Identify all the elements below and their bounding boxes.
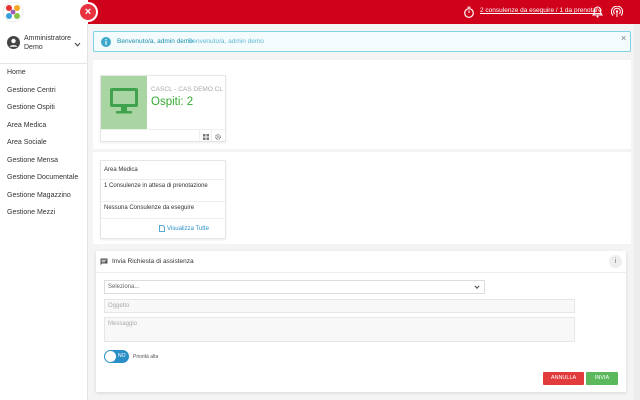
sidebar-close-button[interactable]: × [80, 4, 96, 20]
toggle-state-label: NO [118, 353, 126, 359]
message-textarea[interactable]: Messaggio [104, 317, 575, 342]
center-card[interactable]: CASCL - CAS DEMO CL Ospiti: 2 [100, 75, 226, 143]
request-type-select[interactable]: Seleziona... [104, 280, 485, 294]
page-scrollbar[interactable] [634, 24, 640, 400]
sidebar-item-gestione-documentale[interactable]: Gestione Documentale [0, 169, 88, 187]
select-value: Seleziona... [108, 284, 140, 290]
sidebar: Amministratore Demo Home Gestione Centri… [0, 24, 88, 400]
monitor-icon [110, 88, 138, 114]
user-menu[interactable]: Amministratore Demo [0, 28, 88, 64]
grid-button[interactable] [199, 130, 211, 143]
request-title: Invia Richiesta di assistenza [112, 258, 194, 265]
sidebar-item-gestione-mezzi[interactable]: Gestione Mezzi [0, 204, 88, 222]
gear-icon [214, 133, 221, 140]
user-avatar-icon [7, 36, 20, 49]
bell-icon[interactable] [592, 6, 603, 18]
alert-message: Benvenuto/a, admin demo [188, 38, 264, 45]
center-name: CASCL - CAS DEMO CL [151, 86, 223, 93]
consultations-to-execute: Nessuna Consulenze da eseguire [101, 201, 225, 217]
alert-title: Benvenuto/a, admin demo [117, 38, 193, 45]
request-header: Invia Richiesta di assistenza i [96, 251, 626, 273]
settings-button[interactable] [211, 130, 223, 143]
request-info-button[interactable]: i [609, 255, 622, 268]
priority-toggle[interactable]: NO [104, 350, 129, 363]
stopwatch-icon[interactable] [463, 6, 475, 18]
pending-consultations: 1 Consulenze in attesa di prenotazione [101, 179, 225, 197]
medical-card-title: Area Medica [104, 167, 138, 173]
broadcast-icon[interactable] [611, 6, 623, 18]
priority-label: Priorità alta [133, 354, 159, 360]
sidebar-item-gestione-ospiti[interactable]: Gestione Ospiti [0, 99, 88, 117]
sidebar-item-area-sociale[interactable]: Area Sociale [0, 134, 88, 152]
logo-area [0, 0, 88, 24]
user-name: Amministratore Demo [24, 35, 72, 51]
medical-area-card: Area Medica 1 Consulenze in attesa di pr… [100, 160, 226, 239]
welcome-alert: Benvenuto/a, admin demo Benvenuto/a, adm… [93, 31, 631, 52]
medical-card-footer: Visualizza Tutte [101, 218, 225, 239]
grid-icon [202, 133, 209, 140]
chevron-down-icon[interactable] [74, 41, 81, 48]
chevron-down-icon [474, 285, 480, 289]
chat-icon [100, 258, 108, 266]
document-icon [159, 225, 165, 232]
center-thumbnail [101, 76, 147, 129]
consultations-link[interactable]: 2 consulenze da eseguire / 1 da prenotar… [480, 7, 602, 14]
sidebar-nav: Home Gestione Centri Gestione Ospiti Are… [0, 64, 88, 222]
sidebar-item-gestione-centri[interactable]: Gestione Centri [0, 82, 88, 100]
cancel-button[interactable]: ANNULLA [543, 372, 584, 385]
sidebar-item-home[interactable]: Home [0, 64, 88, 82]
sidebar-item-gestione-mensa[interactable]: Gestione Mensa [0, 152, 88, 170]
subject-input[interactable]: Oggetto [104, 299, 575, 313]
send-button[interactable]: INVIA [586, 372, 618, 385]
alert-close-button[interactable]: × [621, 33, 626, 43]
view-all-link[interactable]: Visualizza Tutte [167, 226, 209, 232]
toggle-knob [105, 351, 116, 362]
app-logo-icon[interactable] [2, 1, 24, 23]
center-card-footer [101, 129, 225, 143]
assistance-request-panel: Invia Richiesta di assistenza i Selezion… [96, 251, 626, 392]
info-icon [101, 37, 111, 47]
guests-count: Ospiti: 2 [151, 96, 194, 108]
sidebar-item-gestione-magazzino[interactable]: Gestione Magazzino [0, 187, 88, 205]
sidebar-item-area-medica[interactable]: Area Medica [0, 117, 88, 135]
top-bar: × 2 consulenze da eseguire / 1 da prenot… [0, 0, 640, 24]
